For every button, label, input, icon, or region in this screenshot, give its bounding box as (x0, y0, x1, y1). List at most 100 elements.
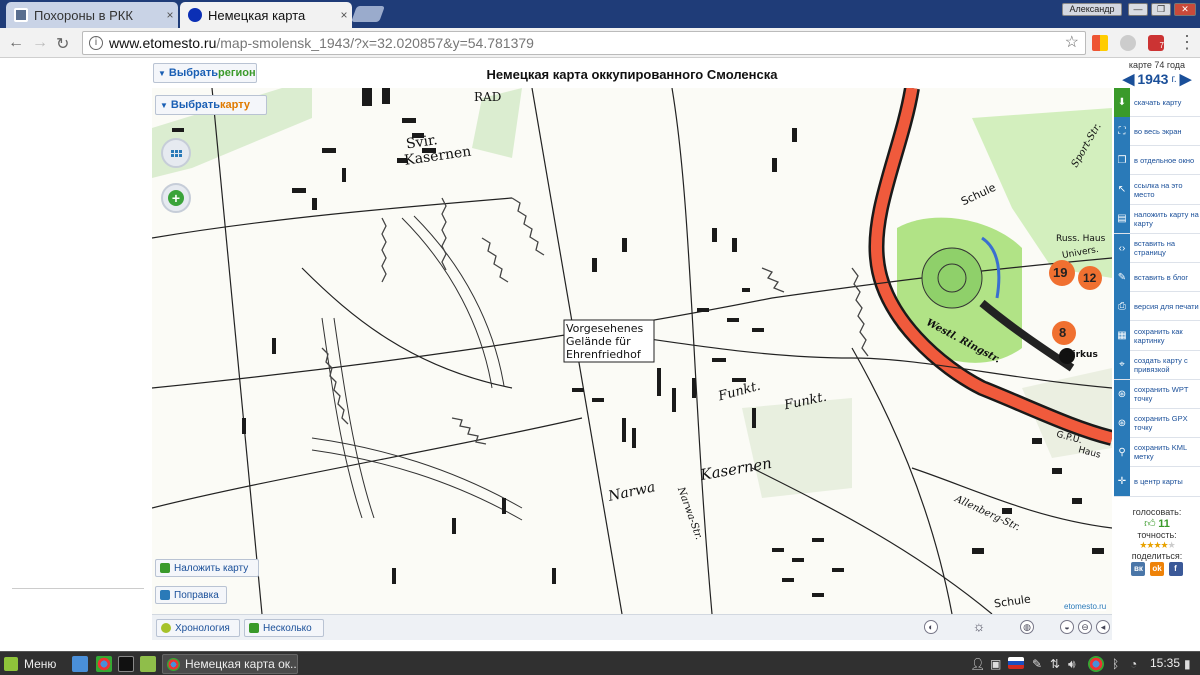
browser-tab-strip: Похороны в РКК × Немецкая карта × Алекса… (0, 0, 1200, 28)
network-icon[interactable]: ⇅ (1050, 657, 1060, 671)
bookmark-star-icon[interactable]: ☆ (1065, 32, 1079, 54)
sidebar-item-label: сохранить GPX точку (1134, 414, 1188, 433)
vote-label: голосовать: (1132, 507, 1182, 517)
opacity-icon[interactable]: ◒ (1060, 620, 1074, 634)
sidebar-item-gps[interactable]: ⊛ сохранить WPT точку (1114, 379, 1200, 409)
pen-icon[interactable]: ✎ (1032, 657, 1042, 671)
several-button[interactable]: Несколько (244, 619, 324, 637)
correction-button[interactable]: Поправка (155, 586, 227, 604)
terminal-icon[interactable] (118, 656, 134, 672)
accuracy-stars-empty: ★ (1167, 540, 1176, 550)
tab-nemetskaya-karta[interactable]: Немецкая карта × (180, 2, 352, 28)
sidebar-item-image[interactable]: ▦ сохранить как картинку (1114, 321, 1200, 351)
user-icon[interactable]: 👤︎ (970, 657, 985, 671)
overlay-map-label: Наложить карту (174, 562, 249, 574)
address-bar[interactable]: i www.etomesto.ru/map-smolensk_1943/?x=3… (82, 31, 1086, 55)
grid-icon (170, 149, 182, 157)
chrome-tray-icon[interactable] (1088, 656, 1104, 672)
extension-flag-icon[interactable] (1092, 35, 1108, 51)
pencil-icon: ✎ (1114, 262, 1130, 292)
map-credit[interactable]: etomesto.ru (1064, 602, 1107, 611)
gps-icon: ⊛ (1114, 408, 1130, 438)
facebook-share-button[interactable]: f (1168, 562, 1183, 576)
map-label: RAD (474, 90, 502, 104)
profile-button[interactable]: Александр (1062, 3, 1122, 16)
map-age-label: карте 74 года (1128, 60, 1186, 70)
wifi-icon[interactable]: ◔ (1130, 657, 1137, 671)
sidebar-item-link[interactable]: ↖ ссылка на это место (1114, 175, 1200, 205)
opacity-minus-icon[interactable]: ⊖ (1078, 620, 1092, 634)
zoom-in-button[interactable]: + (161, 183, 191, 213)
info-icon[interactable]: i (89, 36, 103, 50)
image-icon: ▦ (1114, 321, 1130, 351)
brightness-icon[interactable]: ☼ (972, 619, 986, 634)
share-label: поделиться: (1131, 551, 1183, 561)
contrast-icon[interactable]: ◐ (924, 620, 938, 634)
pin-icon: ⚲ (1114, 437, 1130, 467)
ok-share-button[interactable]: ok (1150, 562, 1164, 576)
sidebar-item-label: создать карту с привязкой (1134, 355, 1188, 374)
sidebar-item-window[interactable]: ❐ в отдельное окно (1114, 145, 1200, 176)
chrome-launcher-icon[interactable] (96, 656, 112, 672)
sidebar-item-download[interactable]: ⬇ скачать карту (1114, 87, 1200, 117)
select-map-button[interactable]: ▼ Выбрать карту (155, 95, 267, 115)
map-label-text: Ehrenfriedhof (566, 348, 641, 361)
prev-year-icon[interactable]: ◀ (1123, 70, 1135, 88)
overlay-map-button[interactable]: Наложить карту (155, 559, 259, 577)
screen-icon[interactable]: ▣ (990, 657, 1001, 671)
select-region-button[interactable]: ▼ Выбрать регион (153, 63, 257, 83)
close-window-button[interactable]: ✕ (1174, 3, 1196, 16)
sidebar-item-code[interactable]: ‹› вставить на страницу (1114, 233, 1200, 263)
back-icon[interactable]: ← (8, 34, 24, 52)
page-title: Немецкая карта оккупированного Смоленска (486, 67, 778, 82)
sidebar-item-label: сохранить WPT точку (1134, 385, 1189, 403)
grid-view-button[interactable] (161, 138, 191, 168)
sidebar-item-pin[interactable]: ⚲ сохранить KML метку (1114, 437, 1200, 468)
tab-pohorony[interactable]: Похороны в РКК × (6, 2, 178, 28)
close-icon[interactable]: × (336, 8, 352, 22)
reload-icon[interactable]: ↻ (56, 34, 69, 54)
sidebar-item-printer[interactable]: ⎙ версия для печати (1114, 291, 1200, 322)
taskbar-window-chrome[interactable]: Немецкая карта ок... (162, 654, 298, 674)
chronology-button[interactable]: Хронология (156, 619, 240, 637)
close-icon[interactable]: × (162, 8, 178, 22)
forward-icon[interactable]: → (32, 34, 48, 52)
extension-badge-icon[interactable]: 7 (1148, 35, 1164, 51)
globe-icon[interactable]: ◍ (1020, 620, 1034, 634)
map-bottom-bar: Хронология Несколько ◐ ☼ ◍ ◒ ⊖ ◂ (152, 614, 1112, 640)
notifications-icon[interactable]: ▮ (1184, 657, 1191, 671)
several-label: Несколько (263, 622, 312, 634)
sidebar-item-map-pin[interactable]: ⌖ создать карту с привязкой (1114, 350, 1200, 380)
start-menu-button[interactable]: Меню (4, 655, 56, 673)
map-viewport[interactable]: Svir. Kasernen RAD Vorgesehenes Gelände … (152, 88, 1112, 614)
sidebar-item-label: версия для печати (1134, 301, 1199, 311)
thumbs-up-icon[interactable]: 👍︎ (1144, 518, 1156, 530)
show-desktop-icon[interactable] (72, 656, 88, 672)
extension-circle-icon[interactable] (1120, 35, 1136, 51)
sidebar-item-gps[interactable]: ⊛ сохранить GPX точку (1114, 408, 1200, 439)
edit-icon (160, 590, 170, 600)
url-path: /map-smolensk_1943/?x=32.020857&y=54.781… (216, 35, 534, 51)
next-year-icon[interactable]: ▶ (1180, 70, 1192, 88)
accuracy-stars[interactable]: ★★★★★ (1114, 540, 1200, 551)
volume-icon[interactable]: 🔊︎ (1068, 657, 1076, 672)
printer-icon: ⎙ (1114, 291, 1130, 321)
tab-title: Немецкая карта (208, 7, 306, 23)
files-icon[interactable] (140, 656, 156, 672)
sidebar-item-pencil[interactable]: ✎ вставить в блог (1114, 262, 1200, 293)
maximize-button[interactable]: ❐ (1151, 3, 1171, 16)
keyboard-layout-icon[interactable] (1008, 657, 1024, 669)
bluetooth-icon[interactable]: ᛒ (1112, 657, 1119, 671)
vk-share-button[interactable]: вк (1131, 562, 1146, 576)
sidebar-item-layers[interactable]: ▤ наложить карту на карту (1114, 204, 1200, 234)
sidebar-item-target[interactable]: ✛ в центр карты (1114, 467, 1200, 497)
gps-icon: ⊛ (1114, 379, 1130, 409)
prev-map-icon[interactable]: ◂ (1096, 620, 1110, 634)
menu-dots-icon[interactable]: ⋮ (1178, 32, 1196, 53)
select-region-accent: регион (218, 67, 256, 79)
minimize-button[interactable]: — (1128, 3, 1148, 16)
sidebar-item-fullscreen[interactable]: ⛶ во весь экран (1114, 116, 1200, 147)
start-menu-label: Меню (24, 657, 57, 671)
dropdown-icon: ▼ (160, 100, 168, 110)
new-tab-button[interactable] (351, 6, 385, 22)
